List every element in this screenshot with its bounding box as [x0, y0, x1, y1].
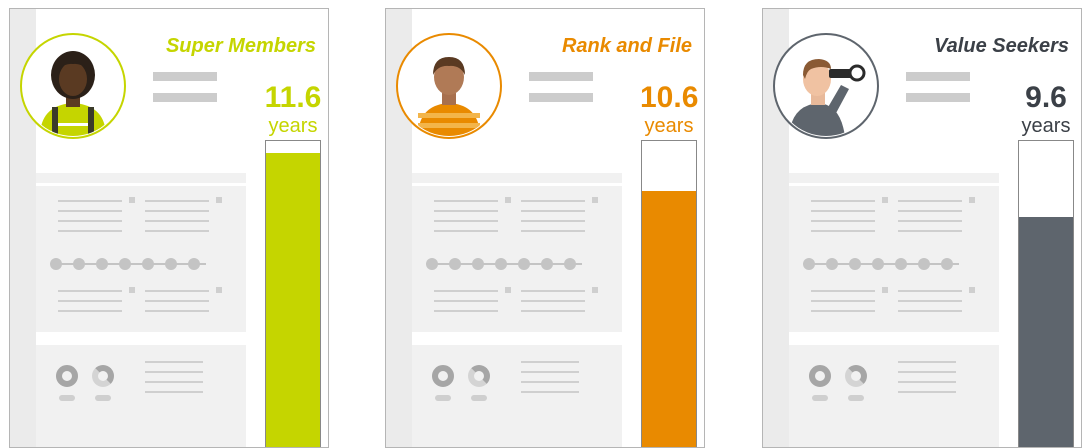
tenure-unit: years [644, 115, 694, 137]
timeline-dot [449, 258, 461, 270]
timeline-dot [918, 258, 930, 270]
tenure-value: 10.6 [640, 81, 699, 114]
avatar [773, 33, 879, 139]
placeholder-bar [153, 93, 217, 102]
tenure-meter-fill [642, 191, 696, 447]
timeline-dot [50, 258, 62, 270]
donut-chart-icon [845, 365, 867, 387]
placeholder-bar [906, 72, 970, 81]
avatar [396, 33, 502, 139]
content-panel-top [789, 173, 999, 183]
segment-title: Value Seekers [934, 35, 1069, 57]
timeline-dot [188, 258, 200, 270]
content-panel-middle [789, 186, 999, 332]
content-panel-middle [412, 186, 622, 332]
tenure-meter [265, 140, 321, 447]
timeline-dot [73, 258, 85, 270]
content-panel-middle [36, 186, 246, 332]
timeline-dot [426, 258, 438, 270]
tenure-value: 9.6 [1025, 81, 1067, 114]
timeline-dot [472, 258, 484, 270]
segment-title: Rank and File [561, 35, 692, 57]
timeline-dot [142, 258, 154, 270]
placeholder-bar [906, 93, 970, 102]
timeline-dot [96, 258, 108, 270]
timeline-dot [895, 258, 907, 270]
content-panel-bottom [36, 345, 246, 447]
tenure-unit: years [268, 115, 318, 137]
man-in-striped-shirt-icon [418, 57, 480, 136]
timeline-dot [495, 258, 507, 270]
donut-chart-icon [432, 365, 454, 387]
timeline-dot [803, 258, 815, 270]
tenure-meter [641, 140, 697, 447]
tenure-unit: years [1021, 115, 1071, 137]
donut-chart-icon [468, 365, 490, 387]
timeline-dot [541, 258, 553, 270]
avatar [20, 33, 126, 139]
woman-with-backpack-icon [40, 51, 106, 136]
timeline-dot [872, 258, 884, 270]
timeline-dot [165, 258, 177, 270]
content-panel-bottom [789, 345, 999, 447]
timeline-dot [849, 258, 861, 270]
tenure-meter-fill [1019, 217, 1073, 447]
segment-card-rank-and-file: Rank and File 10.6 years [385, 8, 705, 448]
timeline-dot [518, 258, 530, 270]
tenure-meter-fill [266, 153, 320, 447]
timeline-dot [941, 258, 953, 270]
placeholder-bar [153, 72, 217, 81]
tenure-meter [1018, 140, 1074, 447]
content-panel-top [36, 173, 246, 183]
donut-chart-icon [56, 365, 78, 387]
tenure-value: 11.6 [264, 81, 322, 114]
content-panel-top [412, 173, 622, 183]
segment-card-value-seekers: Value Seekers 9.6 years [762, 8, 1082, 448]
segment-card-super-members: Super Members 11.6 years [9, 8, 329, 448]
timeline-dot [119, 258, 131, 270]
placeholder-bar [529, 72, 593, 81]
segment-title: Super Members [165, 35, 316, 57]
placeholder-bar [529, 93, 593, 102]
timeline-dot [564, 258, 576, 270]
donut-chart-icon [92, 365, 114, 387]
content-panel-bottom [412, 345, 622, 447]
man-with-binoculars-icon [789, 59, 866, 136]
timeline-dot [826, 258, 838, 270]
donut-chart-icon [809, 365, 831, 387]
